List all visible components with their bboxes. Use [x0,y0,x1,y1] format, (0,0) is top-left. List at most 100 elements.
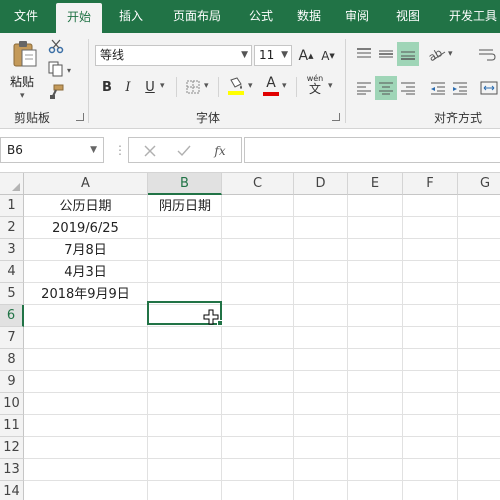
toolbar-divider [296,77,297,97]
font-color-button[interactable]: A [262,75,280,97]
row-header-6[interactable]: 6 [0,305,24,327]
font-color-dropdown-icon[interactable]: ▾ [282,81,287,91]
tab-file[interactable]: 文件 [0,0,52,33]
row-header-5[interactable]: 5 [0,283,24,305]
row-header-1[interactable]: 1 [0,195,24,217]
chevron-down-icon: ▼ [90,145,97,155]
font-name-dropdown[interactable]: 等线 ▼ [95,45,252,66]
column-header-b[interactable]: B [148,173,222,195]
tab-view[interactable]: 视图 [385,0,431,33]
cell-a4[interactable]: 4月3日 [24,262,147,283]
increase-font-size-button[interactable]: A ▲ [296,45,316,66]
gridline [24,436,500,437]
row-header-9[interactable]: 9 [0,371,24,393]
cell-a3[interactable]: 7月8日 [24,240,147,261]
cell-a1[interactable]: 公历日期 [24,196,147,217]
underline-button[interactable]: U [142,77,158,97]
alignment-group-label: 对齐方式 [434,111,483,125]
row-header-14[interactable]: 14 [0,481,24,500]
borders-icon[interactable] [184,77,202,97]
align-right-icon[interactable] [398,77,418,99]
row-header-4[interactable]: 4 [0,261,24,283]
orientation-icon[interactable]: ab [428,43,448,65]
cell-b1[interactable]: 阴历日期 [148,196,222,217]
tab-data[interactable]: 数据 [286,0,332,33]
clipboard-launcher-icon[interactable] [76,113,84,121]
select-all-corner[interactable] [0,173,24,195]
row-header-13[interactable]: 13 [0,459,24,481]
merge-center-icon[interactable] [478,77,500,99]
fill-color-icon[interactable] [226,75,246,97]
gridline [24,326,500,327]
row-header-7[interactable]: 7 [0,327,24,349]
paste-dropdown-icon[interactable]: ▾ [20,91,25,101]
row-header-10[interactable]: 10 [0,393,24,415]
borders-dropdown-icon[interactable]: ▾ [204,81,209,91]
font-size-dropdown[interactable]: 11 ▼ [254,45,292,66]
italic-button[interactable]: I [120,77,136,97]
align-center-icon[interactable] [375,76,397,100]
formula-bar: B6 ▼ ⋮ fx [0,129,500,173]
toolbar-divider [218,77,219,97]
cut-icon[interactable] [46,37,66,55]
gridline [24,480,500,481]
paste-icon[interactable] [10,39,40,69]
cell-a5[interactable]: 2018年9月9日 [24,284,147,305]
wrap-text-icon[interactable] [476,43,498,65]
tab-insert[interactable]: 插入 [108,0,154,33]
tab-developer[interactable]: 开发工具 [440,0,500,33]
column-header-c[interactable]: C [222,173,294,195]
cross-cursor-icon [203,309,219,325]
row-header-2[interactable]: 2 [0,217,24,239]
chevron-down-icon: ▼ [241,50,248,60]
decrease-font-size-button[interactable]: A ▼ [318,45,338,66]
font-launcher-icon[interactable] [332,113,340,121]
gridline [24,458,500,459]
worksheet-grid[interactable]: A B C D E F G 1 2 3 4 5 6 7 8 9 10 11 12… [0,173,500,500]
phonetic-glyph: 文 [308,82,321,96]
column-header-f[interactable]: F [403,173,458,195]
tab-page-layout[interactable]: 页面布局 [158,0,236,33]
decrease-indent-icon[interactable] [428,77,448,99]
font-name-value: 等线 [100,48,125,62]
cancel-icon[interactable] [141,142,159,160]
column-header-g[interactable]: G [458,173,500,195]
tab-formulas[interactable]: 公式 [238,0,284,33]
align-left-icon[interactable] [354,77,374,99]
svg-text:▾: ▾ [67,66,71,75]
align-middle-icon[interactable] [376,43,396,65]
bold-button[interactable]: B [98,77,116,97]
ribbon-home: 粘贴 ▾ ▾ 剪贴板 等线 ▼ 11 ▼ A ▲ A ▼ B I U ▾ ▾ ▾ A… [0,33,500,129]
insert-function-button[interactable]: fx [209,141,231,161]
phonetic-guide-button[interactable]: wén 文 [304,73,326,97]
phonetic-dropdown-icon[interactable]: ▾ [328,81,333,91]
underline-dropdown-icon[interactable]: ▾ [160,81,165,91]
gridline [24,392,500,393]
align-top-icon[interactable] [354,43,374,65]
column-header-e[interactable]: E [348,173,403,195]
align-bottom-icon[interactable] [397,42,419,66]
font-group-label: 字体 [196,111,221,125]
cell-a2[interactable]: 2019/6/25 [24,218,147,239]
orientation-dropdown-icon[interactable]: ▾ [448,49,453,59]
tab-home[interactable]: 开始 [56,3,102,33]
row-header-12[interactable]: 12 [0,437,24,459]
row-header-11[interactable]: 11 [0,415,24,437]
font-color-swatch [263,92,279,96]
enter-icon[interactable] [175,142,193,160]
tab-review[interactable]: 审阅 [334,0,380,33]
copy-icon[interactable]: ▾ [46,60,76,78]
column-header-a[interactable]: A [24,173,148,195]
increase-indent-icon[interactable] [450,77,470,99]
name-box[interactable]: B6 ▼ [0,137,104,163]
row-header-3[interactable]: 3 [0,239,24,261]
fill-color-dropdown-icon[interactable]: ▾ [248,81,253,91]
paste-button-label[interactable]: 粘贴 [10,73,34,90]
more-options-icon[interactable]: ⋮ [114,143,126,157]
row-header-8[interactable]: 8 [0,349,24,371]
name-box-value: B6 [7,143,23,157]
formula-input[interactable] [244,137,500,163]
toolbar-divider [176,77,177,97]
format-painter-icon[interactable] [46,83,66,101]
column-header-d[interactable]: D [294,173,348,195]
